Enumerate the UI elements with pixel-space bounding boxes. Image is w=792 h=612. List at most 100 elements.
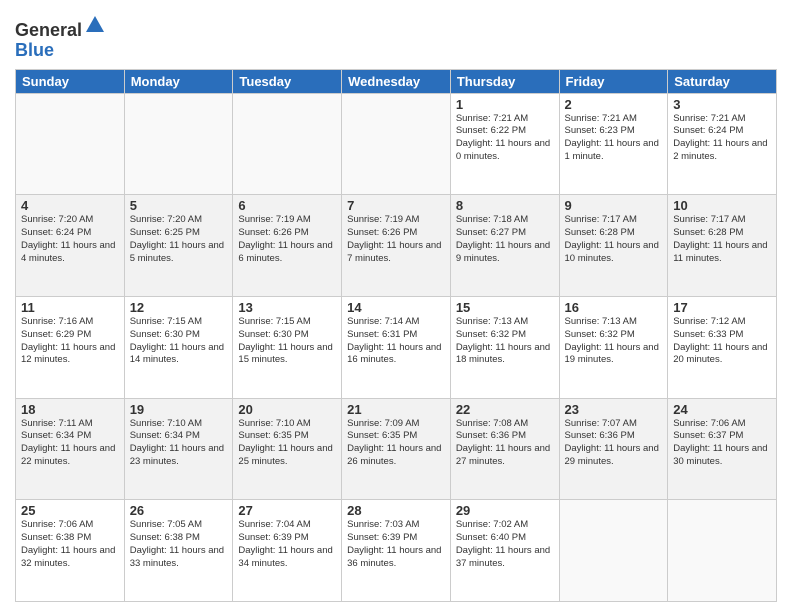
calendar-cell: 25Sunrise: 7:06 AM Sunset: 6:38 PM Dayli… xyxy=(16,500,125,602)
day-number: 9 xyxy=(565,198,663,213)
day-number: 14 xyxy=(347,300,445,315)
day-number: 8 xyxy=(456,198,554,213)
calendar-cell: 24Sunrise: 7:06 AM Sunset: 6:37 PM Dayli… xyxy=(668,398,777,500)
day-number: 1 xyxy=(456,97,554,112)
weekday-header-friday: Friday xyxy=(559,69,668,93)
calendar-cell: 21Sunrise: 7:09 AM Sunset: 6:35 PM Dayli… xyxy=(342,398,451,500)
day-info: Sunrise: 7:15 AM Sunset: 6:30 PM Dayligh… xyxy=(238,316,336,367)
week-row-5: 25Sunrise: 7:06 AM Sunset: 6:38 PM Dayli… xyxy=(16,500,777,602)
day-info: Sunrise: 7:13 AM Sunset: 6:32 PM Dayligh… xyxy=(565,316,663,367)
day-number: 13 xyxy=(238,300,336,315)
day-number: 17 xyxy=(673,300,771,315)
calendar-cell: 8Sunrise: 7:18 AM Sunset: 6:27 PM Daylig… xyxy=(450,195,559,297)
page: General Blue SundayMondayTuesdayWednesda… xyxy=(0,0,792,612)
calendar-cell: 9Sunrise: 7:17 AM Sunset: 6:28 PM Daylig… xyxy=(559,195,668,297)
day-number: 15 xyxy=(456,300,554,315)
calendar-cell xyxy=(342,93,451,195)
calendar-cell: 15Sunrise: 7:13 AM Sunset: 6:32 PM Dayli… xyxy=(450,296,559,398)
day-number: 27 xyxy=(238,503,336,518)
logo-blue: Blue xyxy=(15,40,54,60)
calendar-cell: 27Sunrise: 7:04 AM Sunset: 6:39 PM Dayli… xyxy=(233,500,342,602)
day-info: Sunrise: 7:18 AM Sunset: 6:27 PM Dayligh… xyxy=(456,214,554,265)
calendar-cell: 2Sunrise: 7:21 AM Sunset: 6:23 PM Daylig… xyxy=(559,93,668,195)
calendar-cell xyxy=(559,500,668,602)
calendar-cell: 18Sunrise: 7:11 AM Sunset: 6:34 PM Dayli… xyxy=(16,398,125,500)
day-number: 18 xyxy=(21,402,119,417)
day-number: 25 xyxy=(21,503,119,518)
week-row-2: 4Sunrise: 7:20 AM Sunset: 6:24 PM Daylig… xyxy=(16,195,777,297)
calendar-cell: 5Sunrise: 7:20 AM Sunset: 6:25 PM Daylig… xyxy=(124,195,233,297)
weekday-header-row: SundayMondayTuesdayWednesdayThursdayFrid… xyxy=(16,69,777,93)
calendar-cell: 12Sunrise: 7:15 AM Sunset: 6:30 PM Dayli… xyxy=(124,296,233,398)
day-number: 5 xyxy=(130,198,228,213)
day-number: 26 xyxy=(130,503,228,518)
weekday-header-wednesday: Wednesday xyxy=(342,69,451,93)
day-info: Sunrise: 7:10 AM Sunset: 6:34 PM Dayligh… xyxy=(130,418,228,469)
calendar-cell: 11Sunrise: 7:16 AM Sunset: 6:29 PM Dayli… xyxy=(16,296,125,398)
weekday-header-tuesday: Tuesday xyxy=(233,69,342,93)
day-info: Sunrise: 7:16 AM Sunset: 6:29 PM Dayligh… xyxy=(21,316,119,367)
day-number: 20 xyxy=(238,402,336,417)
day-number: 6 xyxy=(238,198,336,213)
day-number: 12 xyxy=(130,300,228,315)
logo-text: General xyxy=(15,14,106,41)
day-info: Sunrise: 7:02 AM Sunset: 6:40 PM Dayligh… xyxy=(456,519,554,570)
calendar-cell: 4Sunrise: 7:20 AM Sunset: 6:24 PM Daylig… xyxy=(16,195,125,297)
day-info: Sunrise: 7:17 AM Sunset: 6:28 PM Dayligh… xyxy=(565,214,663,265)
calendar-cell xyxy=(233,93,342,195)
calendar-cell xyxy=(16,93,125,195)
calendar-cell: 16Sunrise: 7:13 AM Sunset: 6:32 PM Dayli… xyxy=(559,296,668,398)
calendar-cell: 22Sunrise: 7:08 AM Sunset: 6:36 PM Dayli… xyxy=(450,398,559,500)
logo: General Blue xyxy=(15,14,106,61)
day-number: 16 xyxy=(565,300,663,315)
weekday-header-saturday: Saturday xyxy=(668,69,777,93)
calendar-cell: 20Sunrise: 7:10 AM Sunset: 6:35 PM Dayli… xyxy=(233,398,342,500)
day-number: 28 xyxy=(347,503,445,518)
calendar-cell: 1Sunrise: 7:21 AM Sunset: 6:22 PM Daylig… xyxy=(450,93,559,195)
day-number: 11 xyxy=(21,300,119,315)
calendar-cell: 23Sunrise: 7:07 AM Sunset: 6:36 PM Dayli… xyxy=(559,398,668,500)
day-info: Sunrise: 7:21 AM Sunset: 6:22 PM Dayligh… xyxy=(456,113,554,164)
day-info: Sunrise: 7:06 AM Sunset: 6:38 PM Dayligh… xyxy=(21,519,119,570)
day-info: Sunrise: 7:06 AM Sunset: 6:37 PM Dayligh… xyxy=(673,418,771,469)
calendar-cell: 10Sunrise: 7:17 AM Sunset: 6:28 PM Dayli… xyxy=(668,195,777,297)
day-number: 22 xyxy=(456,402,554,417)
calendar-cell xyxy=(124,93,233,195)
calendar-table: SundayMondayTuesdayWednesdayThursdayFrid… xyxy=(15,69,777,602)
day-info: Sunrise: 7:19 AM Sunset: 6:26 PM Dayligh… xyxy=(347,214,445,265)
calendar-cell: 19Sunrise: 7:10 AM Sunset: 6:34 PM Dayli… xyxy=(124,398,233,500)
day-info: Sunrise: 7:17 AM Sunset: 6:28 PM Dayligh… xyxy=(673,214,771,265)
day-info: Sunrise: 7:13 AM Sunset: 6:32 PM Dayligh… xyxy=(456,316,554,367)
calendar-cell: 6Sunrise: 7:19 AM Sunset: 6:26 PM Daylig… xyxy=(233,195,342,297)
day-info: Sunrise: 7:21 AM Sunset: 6:23 PM Dayligh… xyxy=(565,113,663,164)
day-number: 3 xyxy=(673,97,771,112)
day-number: 23 xyxy=(565,402,663,417)
day-info: Sunrise: 7:15 AM Sunset: 6:30 PM Dayligh… xyxy=(130,316,228,367)
day-number: 24 xyxy=(673,402,771,417)
day-info: Sunrise: 7:20 AM Sunset: 6:25 PM Dayligh… xyxy=(130,214,228,265)
day-info: Sunrise: 7:05 AM Sunset: 6:38 PM Dayligh… xyxy=(130,519,228,570)
weekday-header-thursday: Thursday xyxy=(450,69,559,93)
logo-blue-text: Blue xyxy=(15,41,106,61)
day-info: Sunrise: 7:14 AM Sunset: 6:31 PM Dayligh… xyxy=(347,316,445,367)
header: General Blue xyxy=(15,10,777,61)
day-info: Sunrise: 7:10 AM Sunset: 6:35 PM Dayligh… xyxy=(238,418,336,469)
week-row-1: 1Sunrise: 7:21 AM Sunset: 6:22 PM Daylig… xyxy=(16,93,777,195)
day-info: Sunrise: 7:09 AM Sunset: 6:35 PM Dayligh… xyxy=(347,418,445,469)
calendar-cell: 7Sunrise: 7:19 AM Sunset: 6:26 PM Daylig… xyxy=(342,195,451,297)
day-info: Sunrise: 7:04 AM Sunset: 6:39 PM Dayligh… xyxy=(238,519,336,570)
weekday-header-monday: Monday xyxy=(124,69,233,93)
week-row-3: 11Sunrise: 7:16 AM Sunset: 6:29 PM Dayli… xyxy=(16,296,777,398)
logo-general: General xyxy=(15,20,82,40)
weekday-header-sunday: Sunday xyxy=(16,69,125,93)
day-info: Sunrise: 7:12 AM Sunset: 6:33 PM Dayligh… xyxy=(673,316,771,367)
calendar-cell: 26Sunrise: 7:05 AM Sunset: 6:38 PM Dayli… xyxy=(124,500,233,602)
calendar-cell xyxy=(668,500,777,602)
day-info: Sunrise: 7:03 AM Sunset: 6:39 PM Dayligh… xyxy=(347,519,445,570)
calendar-cell: 17Sunrise: 7:12 AM Sunset: 6:33 PM Dayli… xyxy=(668,296,777,398)
day-number: 7 xyxy=(347,198,445,213)
calendar-cell: 3Sunrise: 7:21 AM Sunset: 6:24 PM Daylig… xyxy=(668,93,777,195)
day-number: 21 xyxy=(347,402,445,417)
week-row-4: 18Sunrise: 7:11 AM Sunset: 6:34 PM Dayli… xyxy=(16,398,777,500)
calendar-cell: 14Sunrise: 7:14 AM Sunset: 6:31 PM Dayli… xyxy=(342,296,451,398)
